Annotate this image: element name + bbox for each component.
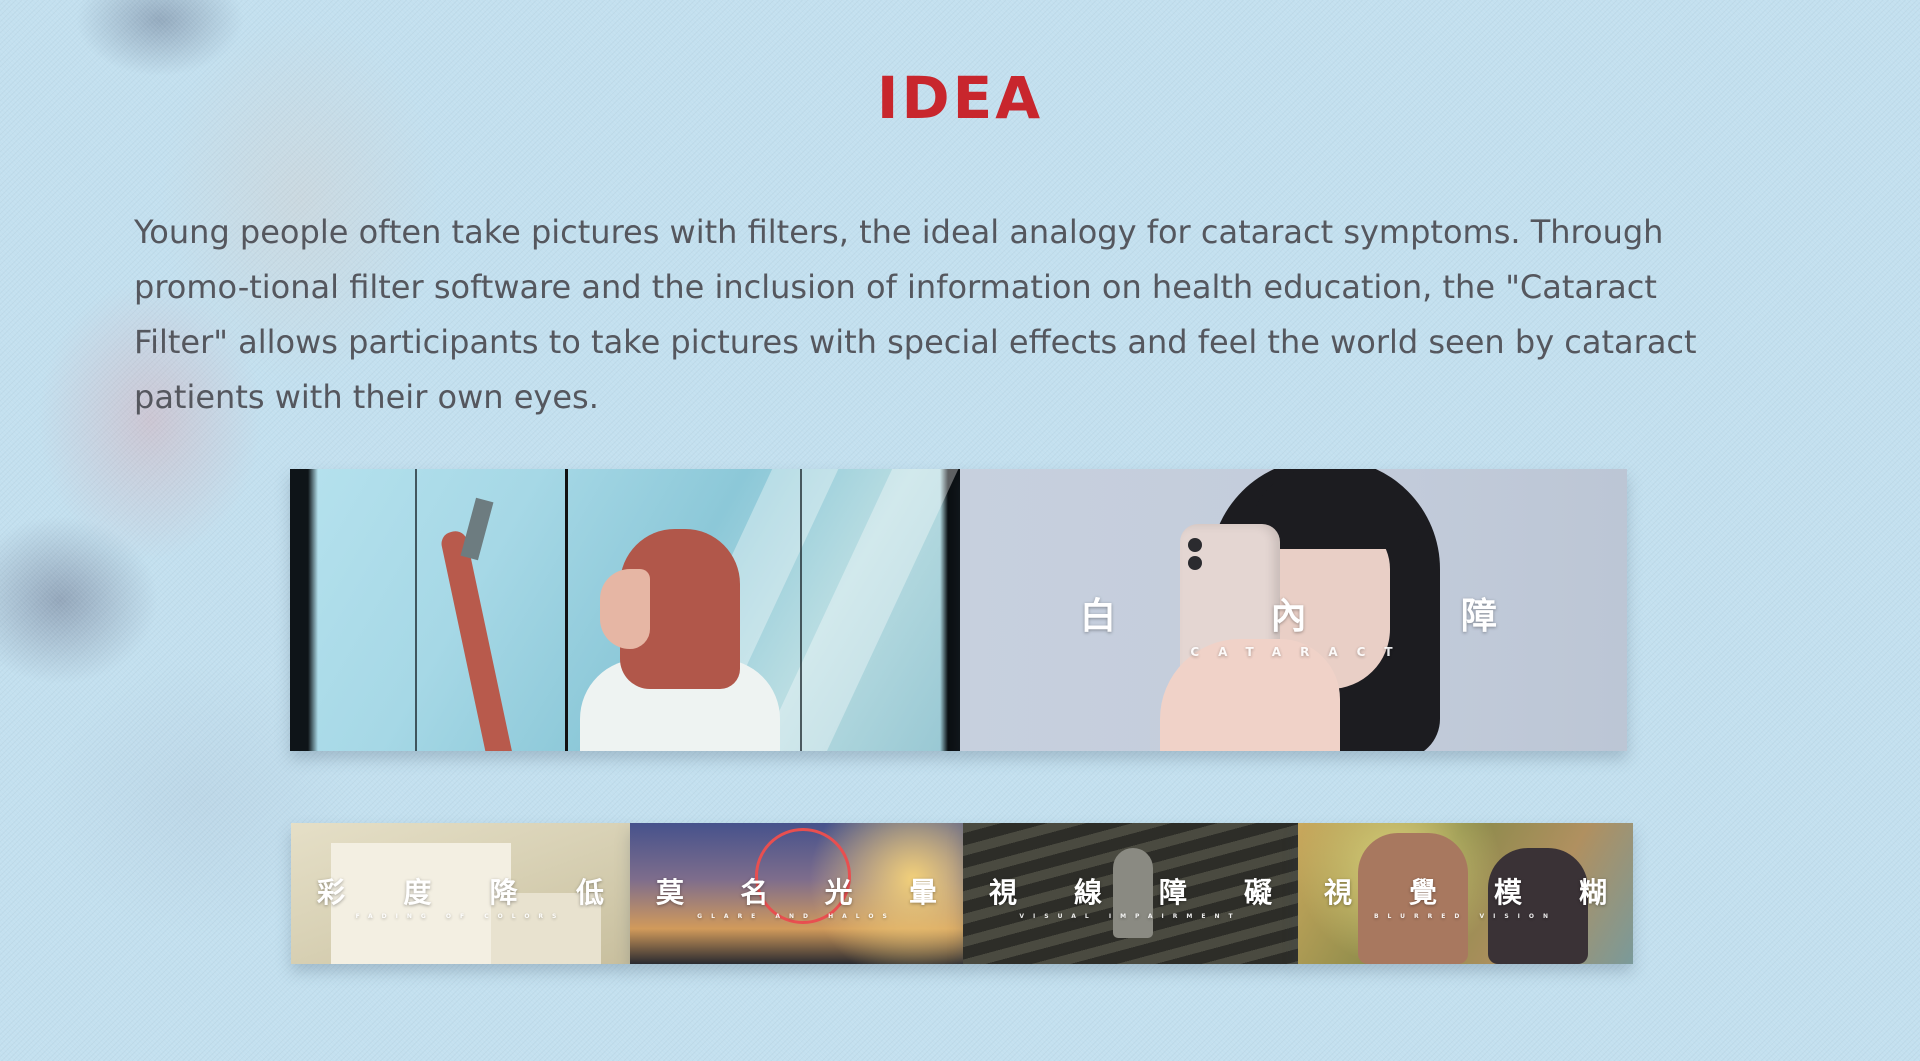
overlay-char: 白 — [1080, 596, 1117, 637]
thumbnail-title-overlay: 彩 度 降 低 FADING OF COLORS — [291, 871, 630, 920]
overlay-subtitle: GLARE AND HALOS — [697, 913, 896, 920]
overlay-char: 光 — [824, 876, 853, 909]
overlay-subtitle: FADING OF COLORS — [355, 913, 566, 920]
thumbnail-glare-halos: 莫 名 光 暈 GLARE AND HALOS — [630, 823, 963, 964]
cataract-title-overlay: 白 內 障 CATARACT — [960, 587, 1627, 659]
overlay-char: 內 — [1270, 596, 1307, 637]
overlay-char: 障 — [1158, 876, 1187, 909]
intro-paragraph: Young people often take pictures with fi… — [134, 213, 1697, 416]
overlay-char: 糊 — [1578, 876, 1607, 909]
overlay-char: 低 — [575, 876, 604, 909]
thumbnail-visual-impairment: 視 線 障 礙 VISUAL IMPAIRMENT — [963, 823, 1298, 964]
overlay-char: 線 — [1073, 876, 1102, 909]
camera-lens-icon — [1188, 556, 1202, 570]
overlay-char: 礙 — [1243, 876, 1272, 909]
overlay-char: 視 — [1324, 876, 1353, 909]
overlay-char: 度 — [403, 876, 432, 909]
overlay-char: 障 — [1460, 596, 1497, 637]
photo-figure-face — [600, 569, 650, 649]
overlay-subtitle: VISUAL IMPAIRMENT — [1019, 913, 1242, 920]
thumbnail-title-overlay: 視 覺 模 糊 BLURRED VISION — [1298, 871, 1633, 920]
overlay-char: 模 — [1493, 876, 1522, 909]
film-scratch — [800, 469, 802, 751]
thumbnail-fading-colors: 彩 度 降 低 FADING OF COLORS — [291, 823, 630, 964]
overlay-subtitle: BLURRED VISION — [1373, 913, 1557, 920]
page-title: IDEA — [876, 64, 1044, 132]
overlay-char: 降 — [489, 876, 518, 909]
overlay-char: 名 — [740, 876, 769, 909]
thumbnail-title-overlay: 莫 名 光 暈 GLARE AND HALOS — [630, 871, 963, 920]
camera-lens-icon — [1188, 538, 1202, 552]
overlay-char: 暈 — [908, 876, 937, 909]
overlay-char: 覺 — [1408, 876, 1437, 909]
photo-phone — [460, 497, 494, 561]
overlay-subtitle: CATARACT — [1190, 645, 1412, 659]
photo-filter-girl-selfie — [290, 469, 960, 751]
overlay-char: 莫 — [656, 876, 685, 909]
photo-arm — [439, 529, 517, 751]
thumbnail-blurred-vision: 視 覺 模 糊 BLURRED VISION — [1298, 823, 1633, 964]
thumbnail-title-overlay: 視 線 障 礙 VISUAL IMPAIRMENT — [963, 871, 1298, 920]
photo-cataract-cover: 白 內 障 CATARACT — [960, 469, 1627, 751]
film-scratch — [415, 469, 417, 751]
overlay-char: 視 — [989, 876, 1018, 909]
overlay-char: 彩 — [317, 876, 346, 909]
film-scratch — [565, 469, 568, 751]
